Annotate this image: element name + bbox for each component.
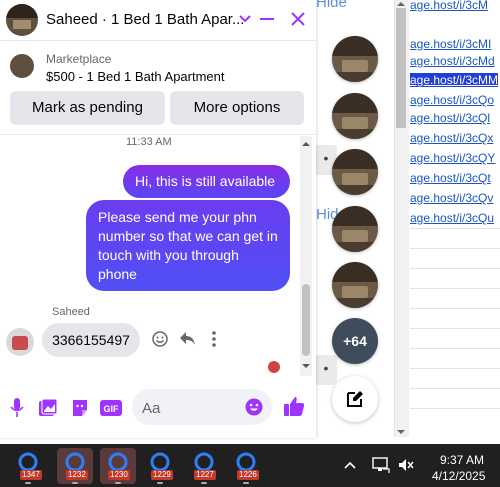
scroll-down-icon[interactable] (396, 428, 406, 436)
browser-icon (18, 452, 38, 472)
sticker-icon[interactable] (70, 398, 90, 418)
gif-icon[interactable]: GIF (100, 400, 122, 416)
chat-window: Saheed · 1 Bed 1 Bath Apar... Marketplac… (0, 0, 316, 438)
scroll-up-icon[interactable] (396, 0, 406, 8)
avatar[interactable] (6, 328, 34, 356)
running-indicator (243, 482, 249, 484)
chat-head[interactable] (332, 36, 378, 82)
message-input-placeholder: Aa (142, 400, 161, 417)
tab-count-badge: 1232 (66, 470, 88, 480)
network-icon[interactable] (372, 457, 390, 473)
new-message-button[interactable] (332, 376, 378, 422)
image-link[interactable]: age.host/i/3cMI (410, 37, 491, 51)
like-icon[interactable] (284, 396, 305, 416)
chat-head[interactable] (332, 149, 378, 195)
outgoing-message[interactable]: Please send me your phn number so that w… (86, 200, 290, 291)
reply-icon[interactable] (179, 331, 196, 346)
scroll-down-icon[interactable] (301, 362, 311, 370)
emoji-icon[interactable] (245, 398, 263, 416)
react-icon[interactable] (152, 331, 168, 347)
clock-date[interactable]: 4/12/2025 (432, 469, 485, 483)
image-link[interactable]: age.host/i/3cQx (410, 131, 493, 145)
running-indicator (115, 482, 121, 484)
divider (0, 40, 316, 41)
chat-scrollbar-thumb[interactable] (302, 284, 310, 356)
marketplace-label: Marketplace (46, 52, 112, 66)
incoming-message[interactable]: 3366155497 (42, 323, 140, 357)
more-chats-button[interactable]: +64 (332, 318, 378, 364)
photo-icon[interactable] (38, 398, 58, 418)
message-timestamp: 11:33 AM (126, 136, 172, 148)
image-link[interactable]: age.host/i/3cQl (410, 111, 490, 125)
browser-icon (65, 452, 85, 472)
image-link[interactable]: age.host/i/3cMd (410, 54, 495, 68)
mark-as-pending-button[interactable]: Mark as pending (10, 91, 165, 125)
chat-head[interactable] (332, 262, 378, 308)
tab-count-badge: 1227 (194, 470, 216, 480)
sender-name: Saheed (52, 306, 90, 318)
hide-link[interactable]: Hide (316, 0, 347, 11)
running-indicator (25, 482, 31, 484)
image-link[interactable]: age.host/i/3cQt (410, 171, 491, 185)
running-indicator (201, 482, 207, 484)
avatar[interactable] (6, 4, 38, 36)
running-indicator (72, 482, 78, 484)
listing-thumbnail[interactable] (10, 54, 34, 78)
more-dot-2: • (315, 355, 337, 385)
chat-head[interactable] (332, 206, 378, 252)
scroll-up-icon[interactable] (301, 140, 311, 148)
image-link[interactable]: age.host/i/3cQv (410, 191, 493, 205)
clock-time[interactable]: 9:37 AM (440, 453, 484, 467)
chevron-up-icon[interactable] (344, 461, 356, 469)
read-receipt-avatar (268, 361, 280, 373)
spreadsheet-grid (410, 228, 500, 428)
svg-text:GIF: GIF (104, 404, 120, 414)
page-scrollbar-thumb[interactable] (396, 8, 406, 128)
more-options-button[interactable]: More options (170, 91, 304, 125)
image-link[interactable]: age.host/i/3cQu (410, 211, 494, 225)
chevron-down-icon[interactable] (238, 13, 252, 25)
browser-icon (150, 452, 170, 472)
volume-muted-icon[interactable] (398, 458, 414, 472)
image-link[interactable]: age.host/i/3cQo (410, 93, 494, 107)
compose-icon (347, 391, 363, 407)
tab-count-badge: 1229 (151, 470, 173, 480)
chat-title[interactable]: Saheed · 1 Bed 1 Bath Apar... (46, 11, 244, 28)
chat-header[interactable]: Saheed · 1 Bed 1 Bath Apar... (0, 0, 316, 40)
minimize-icon[interactable] (260, 18, 274, 22)
image-link[interactable]: age.host/i/3cM (410, 0, 488, 12)
browser-icon (108, 452, 128, 472)
running-indicator (157, 482, 163, 484)
image-link-selected[interactable]: age.host/i/3cMM (410, 73, 499, 87)
microphone-icon[interactable] (10, 398, 24, 418)
image-link[interactable]: age.host/i/3cQY (410, 151, 495, 165)
more-actions-icon[interactable] (212, 331, 216, 347)
close-icon[interactable] (290, 11, 306, 27)
divider (0, 134, 316, 135)
browser-icon (236, 452, 256, 472)
listing-title[interactable]: $500 - 1 Bed 1 Bath Apartment (46, 69, 225, 84)
browser-icon (194, 452, 214, 472)
tab-count-badge: 1230 (108, 470, 130, 480)
tab-count-badge: 1347 (20, 470, 42, 480)
tab-count-badge: 1226 (237, 470, 259, 480)
chat-head[interactable] (332, 93, 378, 139)
outgoing-message[interactable]: Hi, this is still available (123, 165, 290, 198)
